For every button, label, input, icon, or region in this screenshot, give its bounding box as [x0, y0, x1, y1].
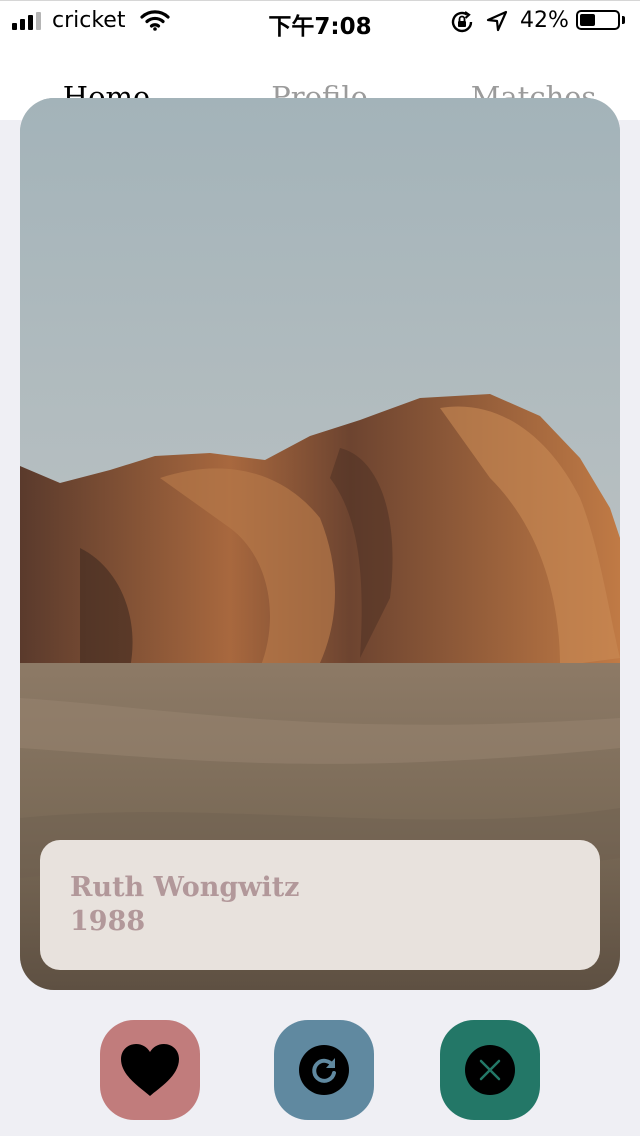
orientation-lock-icon — [450, 10, 474, 38]
profile-info-panel: Ruth Wongwitz 1988 — [40, 840, 600, 970]
battery-icon — [576, 10, 620, 30]
battery-cap — [622, 16, 625, 24]
status-bar: cricket 下午7:08 42% — [0, 0, 640, 40]
refresh-button[interactable] — [274, 1020, 374, 1120]
like-button[interactable] — [100, 1020, 200, 1120]
dismiss-button[interactable] — [440, 1020, 540, 1120]
battery-level-fill — [580, 14, 595, 26]
profile-year: 1988 — [70, 906, 146, 937]
profile-card[interactable]: Ruth Wongwitz 1988 — [20, 98, 620, 990]
close-icon — [465, 1045, 515, 1095]
profile-name: Ruth Wongwitz — [70, 872, 300, 903]
location-arrow-icon — [486, 10, 508, 36]
heart-icon — [121, 1044, 179, 1096]
battery-percentage: 42% — [520, 8, 569, 33]
refresh-icon — [299, 1045, 349, 1095]
